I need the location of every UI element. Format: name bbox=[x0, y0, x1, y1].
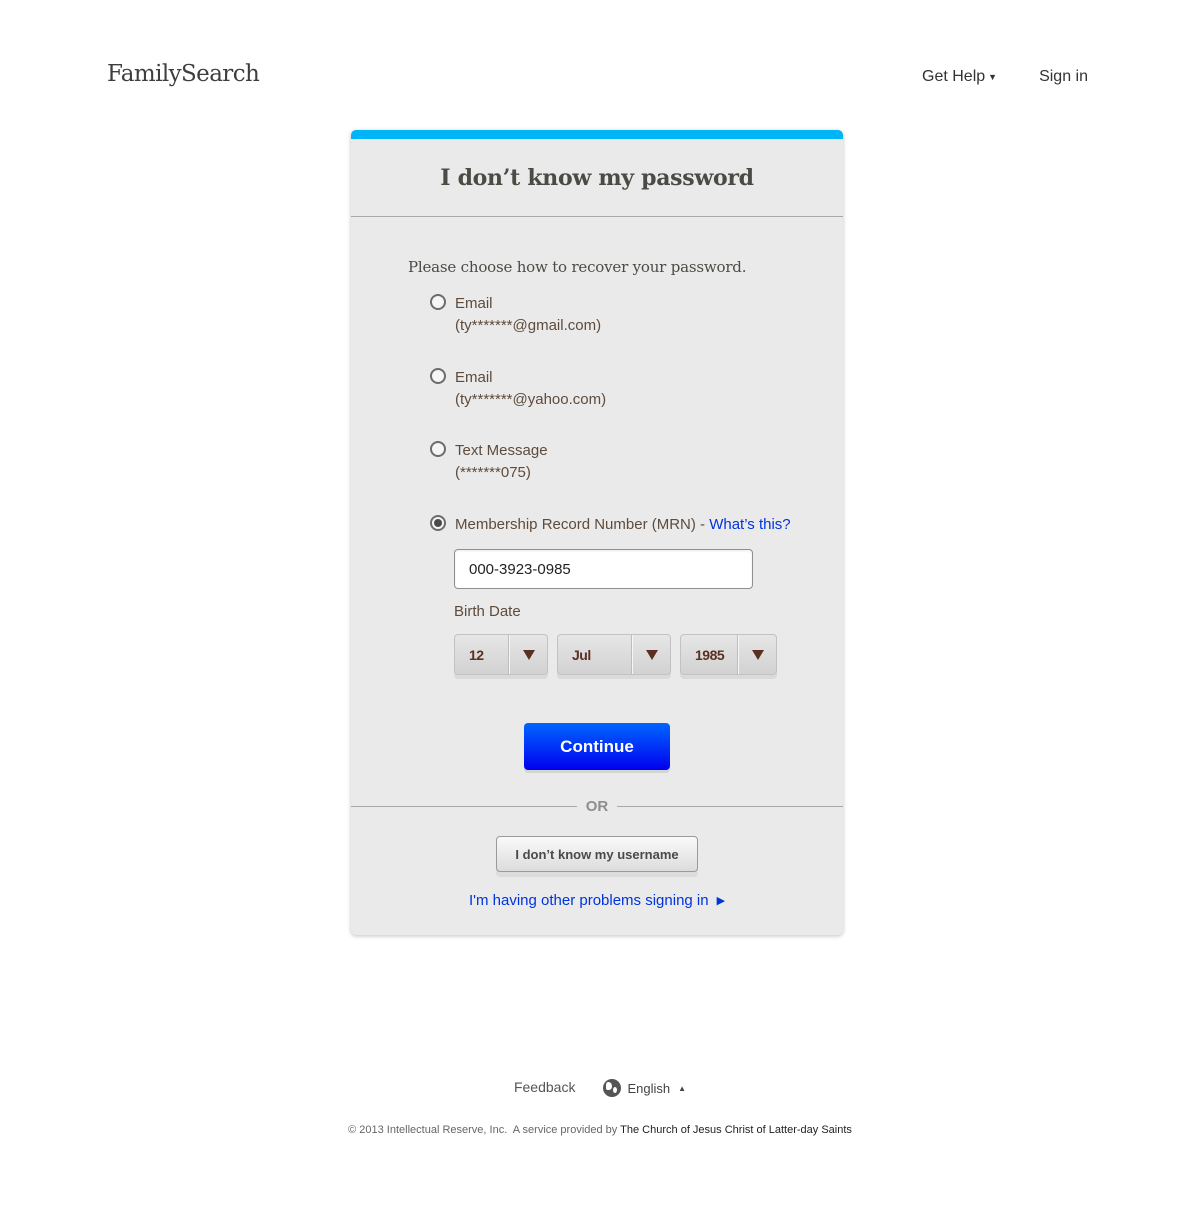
continue-button[interactable]: Continue bbox=[524, 723, 670, 770]
triangle-down-icon bbox=[522, 649, 535, 660]
caret-up-icon: ▲ bbox=[678, 1083, 687, 1093]
option-mrn[interactable]: Membership Record Number (MRN) - What’s … bbox=[430, 514, 791, 536]
language-label: English bbox=[627, 1080, 671, 1096]
caret-down-icon: ▼ bbox=[988, 72, 998, 82]
password-recovery-card: I don’t know my password Please choose h… bbox=[351, 130, 843, 935]
other-problems-link[interactable]: I'm having other problems signing in ▶ bbox=[351, 892, 843, 909]
birth-year-value: 1985 bbox=[695, 646, 725, 663]
triangle-down-icon bbox=[751, 649, 764, 660]
triangle-right-icon: ▶ bbox=[716, 895, 726, 907]
birth-day-dropdown-button[interactable] bbox=[509, 635, 547, 674]
mrn-input[interactable] bbox=[454, 549, 753, 589]
radio-gmail[interactable] bbox=[430, 294, 446, 310]
option-yahoo[interactable]: Email (ty*******@yahoo.com) bbox=[430, 367, 606, 411]
sign-in-link[interactable]: Sign in bbox=[1039, 68, 1088, 86]
top-nav: Get Help ▼ Sign in bbox=[922, 68, 1088, 86]
whats-this-link[interactable]: What’s this? bbox=[709, 516, 790, 533]
option-label: Text Message bbox=[455, 442, 548, 459]
card-accent-bar bbox=[351, 130, 843, 139]
birth-month-value: Jul bbox=[572, 646, 591, 663]
get-help-label: Get Help bbox=[922, 68, 986, 85]
option-detail: (ty*******@gmail.com) bbox=[455, 317, 602, 334]
birth-date-label: Birth Date bbox=[454, 603, 521, 620]
option-label: Email bbox=[455, 295, 493, 312]
or-label: OR bbox=[577, 798, 617, 815]
card-header: I don’t know my password bbox=[351, 139, 843, 217]
page-title: I don’t know my password bbox=[440, 164, 754, 191]
copyright-text: © 2013 Intellectual Reserve, Inc. A serv… bbox=[348, 1124, 621, 1136]
radio-mrn[interactable] bbox=[430, 515, 446, 531]
birth-day-select[interactable]: 12 bbox=[454, 634, 548, 675]
familysearch-logo[interactable]: FamilySearch bbox=[107, 61, 260, 87]
option-gmail[interactable]: Email (ty*******@gmail.com) bbox=[430, 293, 601, 337]
option-text-message[interactable]: Text Message (*******075) bbox=[430, 440, 548, 484]
radio-yahoo[interactable] bbox=[430, 368, 446, 384]
get-help-menu[interactable]: Get Help ▼ bbox=[922, 68, 997, 86]
footer-links: Feedback English ▲ bbox=[0, 1079, 1200, 1097]
globe-icon bbox=[603, 1079, 622, 1097]
church-link[interactable]: The Church of Jesus Christ of Latter-day… bbox=[620, 1124, 852, 1136]
birth-year-select[interactable]: 1985 bbox=[680, 634, 777, 675]
birth-month-dropdown-button[interactable] bbox=[632, 635, 670, 674]
birth-month-select[interactable]: Jul bbox=[557, 634, 671, 675]
other-problems-label: I'm having other problems signing in bbox=[468, 892, 709, 909]
recovery-prompt: Please choose how to recover your passwo… bbox=[408, 258, 747, 276]
triangle-down-icon bbox=[645, 649, 658, 660]
copyright: © 2013 Intellectual Reserve, Inc. A serv… bbox=[0, 1124, 1200, 1136]
option-detail: (*******075) bbox=[455, 464, 531, 481]
radio-text-message[interactable] bbox=[430, 441, 446, 457]
birth-year-dropdown-button[interactable] bbox=[738, 635, 776, 674]
option-detail: (ty*******@yahoo.com) bbox=[455, 391, 607, 408]
language-selector[interactable]: English ▲ bbox=[603, 1079, 686, 1097]
option-label: Email bbox=[455, 369, 493, 386]
forgot-username-button[interactable]: I don’t know my username bbox=[496, 836, 698, 872]
option-label: Membership Record Number (MRN) - bbox=[455, 516, 710, 533]
birth-day-value: 12 bbox=[469, 646, 484, 663]
feedback-link[interactable]: Feedback bbox=[514, 1079, 575, 1097]
